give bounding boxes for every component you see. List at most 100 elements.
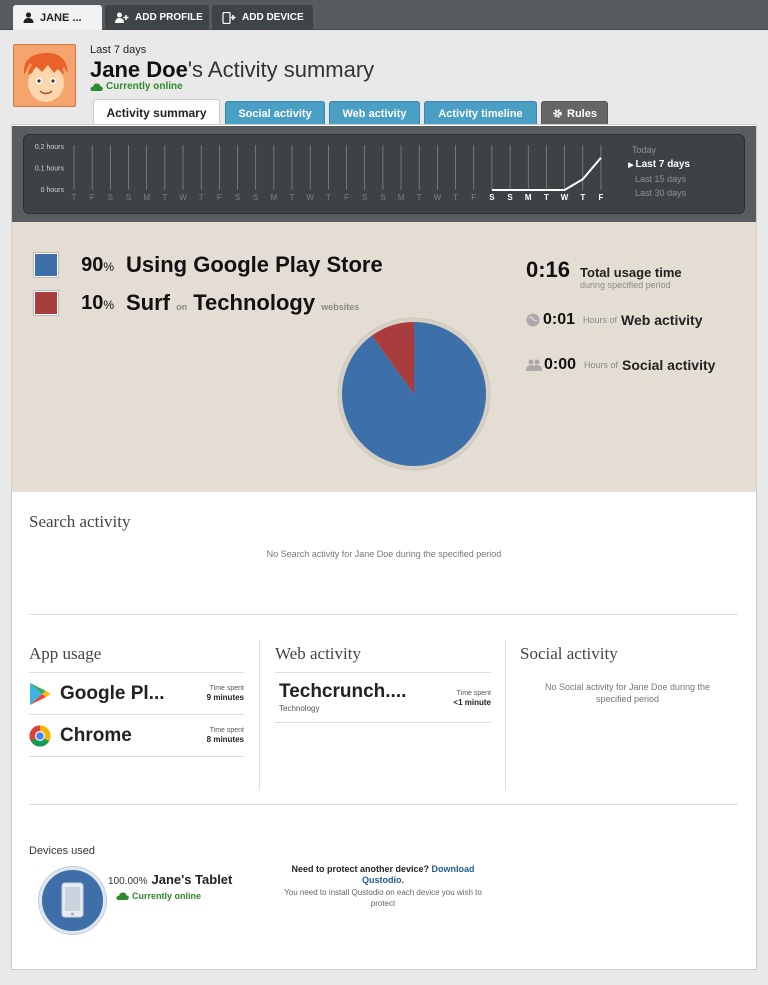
range-last-7-days[interactable]: ▶ Last 7 days (628, 159, 690, 170)
page-title: Jane Doe's Activity summary (90, 57, 374, 83)
y-tick-label: 0 hours (41, 187, 65, 194)
x-tick-label: T (544, 193, 549, 202)
column-divider (505, 640, 506, 790)
tab-web-activity[interactable]: Web activity (329, 101, 420, 125)
tab-activity-timeline[interactable]: Activity timeline (424, 101, 537, 125)
x-tick-label: T (290, 193, 295, 202)
app-name: Google Pl... (60, 682, 165, 704)
legend-item-surf: 10% Surf on Technology websites (34, 290, 359, 316)
range-today[interactable]: Today (632, 145, 656, 155)
range-last-7-days-label: Last 7 days (635, 159, 690, 170)
tablet-icon (61, 882, 84, 918)
x-tick-label: S (489, 193, 495, 202)
web-activity-heading: Web activity (275, 644, 361, 663)
x-tick-label: S (253, 193, 258, 202)
x-tick-label: T (162, 193, 167, 202)
globe-icon (526, 313, 540, 327)
device-online-status: Currently online (116, 891, 201, 901)
x-tick-label: T (580, 193, 585, 202)
device-ring[interactable] (39, 867, 106, 934)
summary-panel: 90% Using Google Play Store 10% Surf on … (12, 222, 756, 492)
social-empty-note: No Social activity for Jane Doe during t… (544, 682, 711, 704)
x-tick-label: T (72, 193, 77, 202)
y-tick-label: 0.2 hours (35, 144, 65, 151)
add-user-icon (115, 12, 129, 23)
site-category: Technology (279, 704, 320, 713)
time-spent: Time spent 8 minutes (206, 727, 244, 744)
device-status-label: Currently online (132, 891, 202, 901)
gear-icon (553, 109, 562, 118)
device-info: 100.00% Jane's Tablet (108, 872, 232, 887)
x-tick-label: S (126, 193, 131, 202)
divider (29, 614, 738, 615)
device-pct: 100.00% (108, 876, 148, 887)
profile-tab-jane[interactable]: JANE ... (13, 5, 102, 30)
time-spent: Time spent <1 minute (453, 690, 491, 707)
search-activity-heading: Search activity (29, 512, 131, 531)
devices-heading: Devices used (29, 845, 96, 857)
x-tick-label: W (179, 193, 187, 202)
web-activity-stat: 0:01 Hours of Web activity (526, 311, 702, 329)
x-tick-label: M (525, 193, 532, 202)
x-tick-label: S (507, 193, 513, 202)
tab-social-activity[interactable]: Social activity (225, 101, 325, 125)
column-divider (259, 640, 260, 790)
period-label: Last 7 days (90, 44, 147, 56)
social-activity-value: 0:00 (544, 356, 577, 373)
x-tick-label: F (90, 193, 95, 202)
add-device-icon (222, 11, 236, 24)
x-tick-label: T (199, 193, 204, 202)
social-hours-of: Hours of (584, 360, 619, 370)
y-tick-label: 0.1 hours (35, 166, 65, 173)
time-spent: Time spent 9 minutes (206, 685, 244, 702)
avatar (13, 44, 76, 107)
x-tick-label: F (598, 193, 603, 202)
online-status: Currently online (90, 81, 183, 92)
add-device-tab[interactable]: ADD DEVICE (212, 5, 313, 30)
x-tick-label: S (235, 193, 240, 202)
timeline-chart-panel: 0.2 hours 0.1 hours 0 hours T F S S M T W T F S S M T W T… (12, 126, 756, 222)
x-tick-label: M (143, 193, 150, 202)
tab-rules[interactable]: Rules (541, 101, 608, 125)
search-empty-note: No Search activity for Jane Doe during t… (266, 549, 502, 559)
device-name: Jane's Tablet (151, 872, 233, 887)
x-tick-label: S (380, 193, 385, 202)
range-last-15-days[interactable]: Last 15 days (635, 174, 686, 184)
social-activity-heading: Social activity (520, 644, 618, 663)
total-usage-value: 0:16 (526, 257, 571, 282)
total-usage-stat: 0:16 Total usage time during specified p… (526, 257, 682, 291)
user-icon (23, 12, 34, 23)
total-usage-label: Total usage time (580, 265, 682, 280)
cta-sub: You need to install Qustodio on each dev… (284, 888, 482, 908)
x-tick-label: S (362, 193, 367, 202)
range-last-30-days[interactable]: Last 30 days (635, 188, 686, 198)
legend-swatch-red (34, 291, 58, 315)
web-activity-value: 0:01 (543, 311, 576, 328)
app-usage-heading: App usage (29, 644, 102, 663)
profile-name: Jane Doe (90, 57, 188, 82)
title-suffix: 's Activity summary (187, 57, 375, 82)
legend-pct: 10% (81, 291, 114, 314)
app-row-google-play[interactable]: Google Pl... Time spent 9 minutes (29, 673, 244, 715)
social-activity-label: Social activity (622, 357, 716, 373)
web-row-techcrunch[interactable]: Techcrunch.... Technology Time spent <1 m… (275, 673, 491, 723)
google-play-icon (30, 682, 51, 705)
legend-swatch-blue (34, 253, 58, 277)
x-tick-label: W (306, 193, 314, 202)
x-tick-label: F (471, 193, 476, 202)
cloud-icon (90, 83, 103, 91)
site-name: Techcrunch.... (279, 681, 407, 702)
app-row-chrome[interactable]: Chrome Time spent 8 minutes (29, 715, 244, 757)
x-tick-label: M (271, 193, 278, 202)
tab-activity-summary[interactable]: Activity summary (93, 99, 220, 125)
usage-pie-chart (337, 317, 491, 471)
add-profile-tab[interactable]: ADD PROFILE (105, 5, 209, 30)
add-device-label: ADD DEVICE (242, 12, 304, 23)
tab-rules-label: Rules (567, 107, 597, 120)
protect-cta: Need to protect another device? Download… (275, 864, 491, 909)
cta-text: Need to protect another device? (291, 864, 429, 874)
total-usage-sub: during specified period (580, 280, 671, 290)
x-tick-label: T (453, 193, 458, 202)
profile-tab-label: JANE ... (40, 11, 82, 24)
app-name: Chrome (60, 724, 132, 746)
